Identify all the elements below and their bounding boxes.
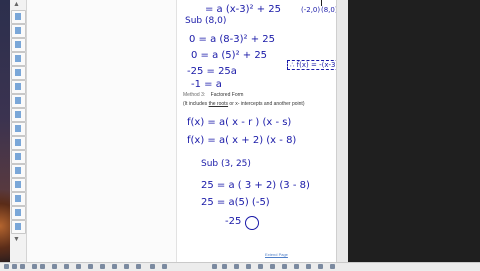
point-label-left: (-2,0)	[301, 6, 321, 14]
lasso-tool-icon[interactable]	[11, 108, 26, 122]
zoom-icon[interactable]	[150, 264, 155, 269]
left-toolbar: ▲ ▼	[10, 0, 27, 262]
ruler-tool-icon[interactable]	[11, 122, 26, 136]
shapes-tool-icon[interactable]	[11, 66, 26, 80]
highlighter-tool-icon[interactable]	[11, 38, 26, 52]
substitute-point-line: Sub (3, 25)	[201, 159, 251, 169]
page-icon[interactable]	[162, 264, 167, 269]
toolbar-scroll-down-icon[interactable]: ▼	[13, 236, 20, 244]
screen-capture-icon[interactable]	[246, 264, 251, 269]
eraser-tool-icon[interactable]	[11, 52, 26, 66]
method-note-post: or x- intercepts and another point)	[228, 101, 305, 107]
method-note-roots: the roots	[208, 101, 229, 107]
boxed-result: ∴ f(x) = -(x-3)² + 25	[287, 60, 337, 70]
previous-page-icon[interactable]	[212, 264, 217, 269]
more-icon[interactable]	[330, 264, 335, 269]
document-page: (-2,0) (8,0) = a (x-3)² + 25 Sub (8,0) 0…	[176, 0, 338, 262]
simplified-equation: 25 = a(5) (-5)	[201, 197, 270, 208]
tools-icon[interactable]	[282, 264, 287, 269]
color-icon[interactable]	[100, 264, 105, 269]
substitute-line: Sub (8,0)	[185, 16, 227, 26]
undo-icon[interactable]	[112, 264, 117, 269]
equation-line-2: 0 = a (5)² + 25	[191, 50, 268, 61]
answer-circle	[245, 216, 259, 230]
extend-page-link[interactable]: Extend Page	[265, 252, 288, 257]
select-tool-icon[interactable]	[11, 10, 26, 24]
canvas-gutter	[27, 0, 176, 262]
equation-line-3: -25 = 25a	[187, 66, 237, 77]
pen-icon[interactable]	[20, 264, 25, 269]
method-number: Method 3:	[183, 92, 206, 98]
undo-tool-icon[interactable]	[11, 136, 26, 150]
page-tool-icon[interactable]	[11, 192, 26, 206]
select-icon[interactable]	[52, 264, 57, 269]
eraser-icon[interactable]	[40, 264, 45, 269]
desktop-background	[0, 0, 10, 262]
redo-tool-icon[interactable]	[11, 150, 26, 164]
help-icon[interactable]	[306, 264, 311, 269]
method-heading: Method 3: Factored Form	[183, 92, 243, 98]
redo-icon[interactable]	[124, 264, 129, 269]
record-icon[interactable]	[258, 264, 263, 269]
method-note-pre: (It includes	[183, 101, 209, 107]
delete-icon[interactable]	[136, 264, 141, 269]
substituted-equation: 25 = a ( 3 + 2) (3 - 8)	[201, 180, 310, 191]
more-tool-icon[interactable]	[11, 220, 26, 234]
fullscreen-icon[interactable]	[318, 264, 323, 269]
text-icon[interactable]	[88, 264, 93, 269]
pen-tool-icon[interactable]	[11, 24, 26, 38]
text-tool-icon[interactable]	[11, 80, 26, 94]
highlighter-icon[interactable]	[32, 264, 37, 269]
method-title: Factored Form	[210, 92, 244, 98]
zoom-tool-icon[interactable]	[11, 178, 26, 192]
factored-form-specific: f(x) = a( x + 2) (x - 8)	[187, 135, 297, 146]
color-tool-icon[interactable]	[11, 164, 26, 178]
dark-background-area	[348, 0, 480, 262]
pen-icon[interactable]	[12, 264, 17, 269]
vertex-form-line: = a (x-3)² + 25	[205, 4, 282, 15]
settings-icon[interactable]	[270, 264, 275, 269]
settings-tool-icon[interactable]	[11, 206, 26, 220]
equation-line-4: -1 = a	[191, 79, 222, 90]
equation-line-1: 0 = a (8-3)² + 25	[189, 34, 276, 45]
method-note: (It includes the roots or x- intercepts …	[183, 101, 304, 107]
next-page-icon[interactable]	[222, 264, 227, 269]
add-page-icon[interactable]	[234, 264, 239, 269]
toolbar-scroll-up-icon[interactable]: ▲	[13, 1, 20, 9]
line-icon[interactable]	[76, 264, 81, 269]
result-equation: -25	[225, 216, 242, 227]
image-tool-icon[interactable]	[11, 94, 26, 108]
shape-icon[interactable]	[64, 264, 69, 269]
factored-form-general: f(x) = a( x - r ) (x - s)	[187, 117, 292, 128]
share-icon[interactable]	[294, 264, 299, 269]
pen-icon[interactable]	[4, 264, 9, 269]
